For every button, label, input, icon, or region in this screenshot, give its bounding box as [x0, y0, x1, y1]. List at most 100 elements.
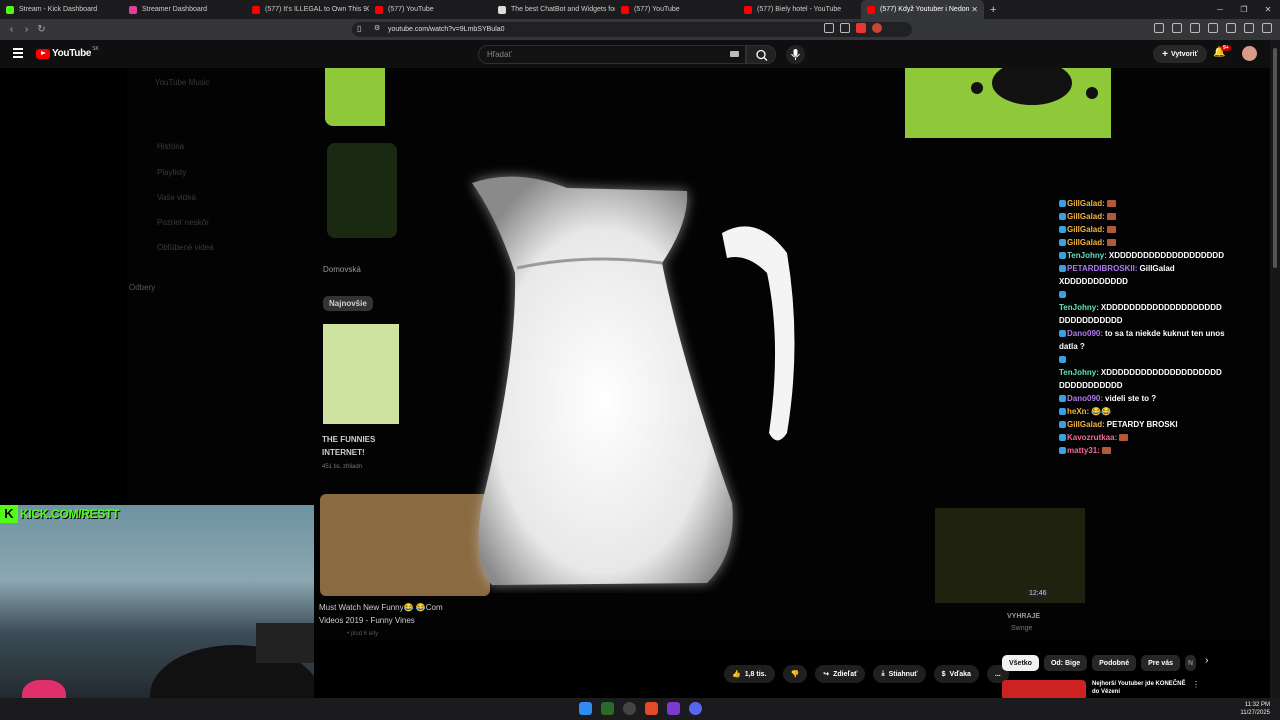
- avatar[interactable]: [1242, 46, 1257, 61]
- minimize-icon[interactable]: ─: [1208, 0, 1232, 19]
- chip-for-you[interactable]: Pre vás: [1141, 655, 1181, 671]
- menu-icon[interactable]: [1262, 23, 1272, 33]
- chat-username: GillGalad:: [1067, 238, 1105, 247]
- chat-emote-icon: [1106, 213, 1116, 221]
- webcam-overlay: [0, 505, 314, 720]
- browser-tab[interactable]: (577) Když Youtuber i Nedon ✕: [861, 0, 984, 19]
- chip-similar[interactable]: Podobné: [1092, 655, 1137, 671]
- browser-tab[interactable]: The best ChatBot and Widgets for K: [492, 0, 615, 19]
- kick-url: KICK.COM/RESTT: [20, 507, 120, 521]
- tab-title: (577) YouTube: [388, 6, 434, 13]
- chat-emote-icon: [1106, 200, 1116, 208]
- more-vert-icon[interactable]: ⋮: [1192, 680, 1200, 700]
- bg-card1-title2: INTERNET!: [322, 448, 365, 457]
- browser-tab[interactable]: (577) YouTube: [615, 0, 738, 19]
- sidebar-subscriptions: Odbery: [129, 283, 156, 292]
- brave-browser-icon[interactable]: [645, 702, 658, 715]
- chat-overlay: GillGalad: GillGalad: GillGalad: GillGalad:…: [1059, 197, 1229, 457]
- virus-graphic: [971, 68, 1098, 105]
- chevron-right-icon[interactable]: ›: [1205, 655, 1208, 671]
- brave-rewards-icon[interactable]: [872, 23, 882, 33]
- brave-shield-icon[interactable]: [856, 23, 866, 33]
- extensions-icon[interactable]: [1154, 23, 1164, 33]
- page-scrollbar[interactable]: [1270, 40, 1280, 700]
- browser-tab[interactable]: (577) Biely hotel - YouTube: [738, 0, 861, 19]
- reader-icon[interactable]: [840, 23, 850, 33]
- tab-title: (577) Když Youtuber i Nedon: [880, 6, 970, 13]
- like-button[interactable]: 👍 1,8 tis.: [724, 665, 775, 683]
- video-actions: 👍 1,8 tis. 👎 ↪ Zdieľať ⤓ Stiahnuť $ Vďak…: [724, 665, 1009, 684]
- chat-message: Kavozrutkaa:: [1059, 431, 1229, 444]
- back-icon[interactable]: ‹: [4, 24, 19, 35]
- new-tab-button[interactable]: +: [990, 4, 996, 16]
- create-button[interactable]: + Vytvoriť: [1153, 45, 1207, 63]
- tab-favicon-icon: [744, 5, 752, 14]
- system-clock[interactable]: 11:32 PM 11/27/2025: [1240, 701, 1270, 717]
- chat-emote-icon: [1106, 226, 1116, 234]
- youtube-logo[interactable]: YouTube SK: [36, 46, 99, 59]
- sidebar-icon[interactable]: [1190, 23, 1200, 33]
- voice-search-button[interactable]: [786, 45, 805, 64]
- reload-icon[interactable]: ↻: [34, 24, 49, 35]
- browser-tab[interactable]: Stream - Kick Dashboard: [0, 0, 123, 19]
- chat-message: Dano090: videli ste to ?: [1059, 392, 1229, 405]
- recommended-video[interactable]: Nejhorší Youtuber jde KONEČNĚ do Vězení …: [1002, 680, 1200, 700]
- vpn-icon[interactable]: [1244, 23, 1254, 33]
- chip-next[interactable]: N: [1185, 655, 1197, 671]
- download-button[interactable]: ⤓ Stiahnuť: [873, 665, 926, 683]
- microphone-icon: [791, 49, 800, 60]
- site-info-icon[interactable]: ⚙: [374, 24, 380, 32]
- chat-username: Kavozrutkaa:: [1067, 433, 1118, 442]
- chat-badge-icon: [1059, 408, 1066, 416]
- twitch-app-icon[interactable]: [667, 702, 680, 715]
- tab-title: The best ChatBot and Widgets for K: [511, 6, 615, 13]
- obs-icon[interactable]: [623, 702, 636, 715]
- xbox-app-icon[interactable]: [601, 702, 614, 715]
- chat-badge-icon: [1059, 226, 1066, 234]
- bg-card1-meta: 451 tis. zhliadn: [322, 464, 363, 470]
- chat-message: GillGalad:: [1059, 210, 1229, 223]
- windows-start-icon[interactable]: [579, 702, 592, 715]
- browser-tab[interactable]: (577) It's ILLEGAL to Own This 90's I: [246, 0, 369, 19]
- logo-text: YouTube: [52, 48, 92, 59]
- chat-emote-icon: [1119, 434, 1129, 442]
- bookmark-icon[interactable]: ▯: [357, 24, 361, 33]
- bg-thumbnail-green: [325, 68, 385, 126]
- chat-username: Dano090:: [1067, 394, 1104, 403]
- browser-tab[interactable]: Streamer Dashboard: [123, 0, 246, 19]
- recommended-thumbnail[interactable]: [1002, 680, 1086, 700]
- share-button[interactable]: ↪ Zdieľať: [815, 665, 866, 683]
- search-button[interactable]: [746, 45, 776, 64]
- thanks-button[interactable]: $ Vďaka: [933, 665, 979, 683]
- dislike-button[interactable]: 👎: [782, 665, 808, 683]
- recommended-title[interactable]: Nejhorší Youtuber jde KONEČNĚ do Vězení: [1092, 680, 1186, 700]
- chat-emote-icon: [1106, 239, 1116, 247]
- close-tab-icon[interactable]: ✕: [971, 5, 978, 14]
- keyboard-icon[interactable]: [730, 51, 739, 57]
- sidebar-music: YouTube Music: [155, 78, 210, 87]
- browser-tab[interactable]: (577) YouTube: [369, 0, 492, 19]
- restore-icon[interactable]: ❐: [1232, 0, 1256, 19]
- close-window-icon[interactable]: ✕: [1256, 0, 1280, 19]
- clock-date: 11/27/2025: [1240, 710, 1270, 716]
- kick-overlay-banner: K KICK.COM/RESTT: [0, 505, 137, 523]
- chat-message: Dano090: to sa ta niekde kuknut ten unos …: [1059, 327, 1229, 353]
- screenshot-icon[interactable]: [1172, 23, 1182, 33]
- search-input[interactable]: Hľadať: [478, 45, 746, 64]
- leo-icon[interactable]: [1226, 23, 1236, 33]
- discord-icon[interactable]: [689, 702, 702, 715]
- chat-badge-icon: [1059, 239, 1066, 247]
- tab-title: (577) It's ILLEGAL to Own This 90's I: [265, 6, 369, 13]
- chat-badge-icon: [1059, 330, 1066, 338]
- share-icon: ↪: [823, 671, 830, 678]
- hamburger-icon[interactable]: [13, 48, 23, 60]
- chat-message: TenJohny: XDDDDDDDDDDDDDDDDDDDD DDDDDDDDD…: [1059, 353, 1229, 392]
- chip-all[interactable]: Všetko: [1002, 655, 1039, 671]
- chat-badge-icon: [1059, 200, 1066, 208]
- tab-title: (577) Biely hotel - YouTube: [757, 6, 842, 13]
- forward-icon[interactable]: ›: [19, 24, 34, 35]
- chip-from-bige[interactable]: Od: Bige: [1043, 655, 1088, 671]
- cast-icon[interactable]: [824, 23, 834, 33]
- wallet-icon[interactable]: [1208, 23, 1218, 33]
- chat-badge-icon: [1059, 291, 1066, 299]
